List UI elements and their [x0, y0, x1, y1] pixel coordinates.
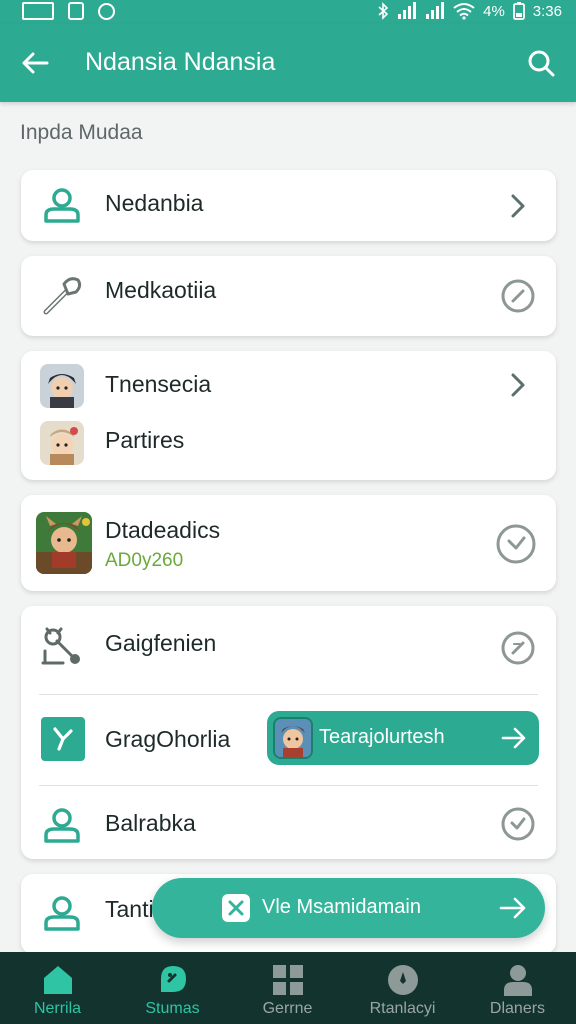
list-item[interactable]: Gaigfenien [21, 606, 556, 686]
sync-icon [98, 2, 115, 20]
list-item[interactable]: Dtadeadics AD0y260 [21, 495, 556, 591]
fab-label: Vle Msamidamain [262, 896, 421, 918]
signal-icon-2 [426, 2, 445, 19]
chip-avatar [273, 717, 313, 759]
action-chip-button[interactable]: Tearajolurtesh [267, 711, 539, 765]
chevron-right-icon [498, 186, 538, 226]
nav-label: Nerrila [33, 1000, 82, 1017]
item-label: Gaigfenien [105, 630, 217, 656]
arrow-left-icon [22, 52, 49, 74]
clock-icon [498, 804, 538, 844]
home-icon [41, 964, 75, 996]
nav-item-dlaners[interactable]: Dlaners [460, 952, 575, 1024]
item-subtitle: AD0y260 [105, 550, 184, 571]
person-icon [39, 802, 85, 848]
item-label: Medkaotiia [105, 277, 217, 303]
profile-icon [501, 964, 535, 996]
item-label: Partires [105, 427, 185, 453]
list-card[interactable]: Medkaotiia [21, 256, 556, 336]
nav-item-home[interactable]: Nerrila [0, 952, 115, 1024]
item-label: Tanti [105, 896, 154, 922]
list-card[interactable]: Tnensecia Partires [21, 351, 556, 480]
page-title: Ndansia Ndansia [85, 48, 276, 76]
list-item[interactable]: Balrabka [21, 792, 556, 858]
list-card[interactable]: Nedanbia [21, 170, 556, 241]
wifi-icon [453, 3, 475, 20]
clock-icon [494, 522, 538, 566]
floating-action-button[interactable]: Vle Msamidamain [152, 878, 545, 938]
list-card[interactable]: Gaigfenien GragOhorlia Tearajolurtesh Ba… [21, 606, 556, 859]
arrow-right-icon [499, 897, 526, 919]
grid-icon [271, 964, 305, 996]
app-bar: Ndansia Ndansia [0, 24, 576, 102]
back-button[interactable] [16, 44, 54, 82]
divider [39, 785, 538, 786]
item-label: Dtadeadics [105, 517, 221, 543]
status-bar: 4% 3:36 [0, 0, 576, 24]
list-item[interactable]: Medkaotiia [21, 256, 556, 336]
divider [39, 694, 538, 695]
clock-icon [498, 628, 538, 668]
nav-item-stumas[interactable]: Stumas [115, 952, 230, 1024]
avatar [39, 363, 85, 409]
list-item[interactable]: Nedanbia [21, 170, 556, 241]
close-icon [222, 894, 250, 922]
item-label: GragOhorlia [105, 726, 231, 752]
bottom-navigation: Nerrila Stumas Gerrne Rtanlacyi Dlaners [0, 952, 576, 1024]
nav-label: Stumas [145, 1000, 200, 1017]
wrench-icon [39, 273, 85, 319]
person-icon [39, 182, 85, 228]
clock-icon [498, 276, 538, 316]
avatar [39, 420, 85, 466]
chip-label: Tearajolurtesh [319, 726, 445, 748]
nav-item-rtanlacyi[interactable]: Rtanlacyi [345, 952, 460, 1024]
tool-icon [39, 623, 85, 669]
chat-icon [156, 964, 190, 996]
signal-icon [398, 2, 417, 19]
arrow-right-icon [501, 727, 526, 749]
item-label: Nedanbia [105, 190, 204, 216]
clock-time: 3:36 [532, 2, 562, 20]
list-item[interactable]: Partires [21, 413, 556, 473]
search-icon [528, 50, 555, 77]
nav-item-gerrne[interactable]: Gerrne [230, 952, 345, 1024]
list-item[interactable]: Tnensecia [21, 351, 556, 417]
branch-icon [40, 716, 86, 762]
nav-label: Gerrne [262, 1000, 313, 1017]
chevron-right-icon [498, 365, 538, 405]
search-button[interactable] [522, 44, 560, 82]
nav-label: Rtanlacyi [369, 1000, 436, 1017]
item-label: Tnensecia [105, 371, 212, 397]
bluetooth-icon [378, 2, 389, 20]
battery-icon [512, 2, 525, 20]
item-label: Balrabka [105, 810, 196, 836]
battery-percent: 4% [483, 2, 505, 20]
notification-icon [22, 2, 54, 20]
app-screen: 4% 3:36 Ndansia Ndansia Inpda Mudaa Neda… [0, 0, 576, 1024]
nav-label: Dlaners [489, 1000, 546, 1017]
person-icon [39, 890, 85, 936]
game-avatar [35, 511, 93, 575]
compass-icon [386, 964, 420, 996]
list-card[interactable]: Dtadeadics AD0y260 [21, 495, 556, 591]
app-notification-icon [68, 2, 84, 20]
section-header: Inpda Mudaa [20, 121, 143, 144]
